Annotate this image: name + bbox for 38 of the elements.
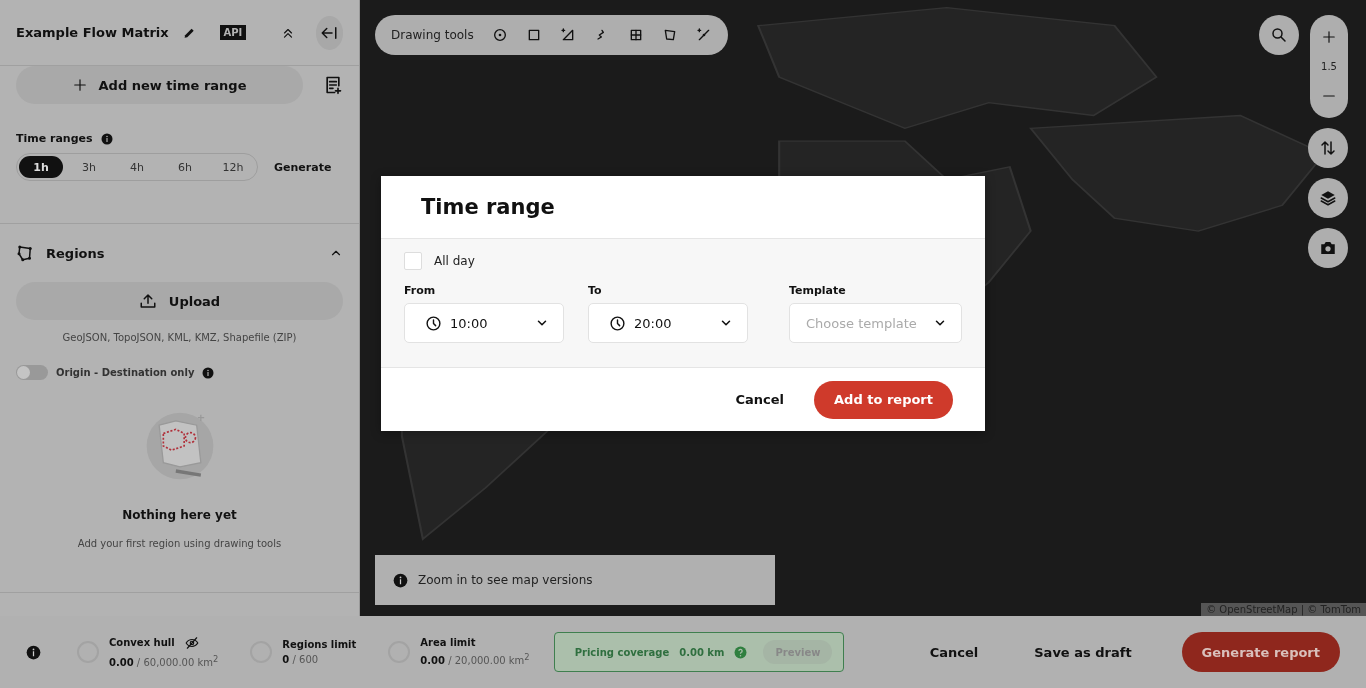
metric-title: Regions limit [282,639,357,650]
empty-state-text: Add your first region using drawing tools [77,538,282,549]
add-to-report-button[interactable]: Add to report [814,380,953,419]
toolbar-label: Drawing tools [391,28,474,42]
api-badge[interactable]: API [219,25,247,40]
generate-button[interactable]: Generate [268,159,338,175]
time-select[interactable]: 10:00 [404,303,564,343]
pricing-label: Pricing coverage [574,646,670,658]
upload-button[interactable]: Upload [16,282,343,320]
supported-formats-text: GeoJSON, TopoJSON, KML, KMZ, Shapefile (ZIP) [61,332,298,343]
time-range-option[interactable]: 4h [115,156,159,178]
time-range-option[interactable]: 6h [163,156,207,178]
pricing-value: 0.00 km [679,646,725,658]
section-title: Regions [46,245,105,261]
metric-title: Area limit [420,637,476,649]
empty-state-title: Nothing here yet [122,508,237,522]
metric-title: Convex hull [109,637,175,649]
time-range-option[interactable]: 12h [211,156,255,178]
field-label: From [404,284,437,297]
report-title: Example Flow Matrix [16,25,169,40]
field-label: To [588,284,603,297]
notice-text: Zoom in to see map versions [418,573,593,587]
section-label: Time ranges [16,132,93,145]
toggle-label: Origin - Destination only [56,367,195,378]
field-label: Template [789,284,847,297]
metric-value: 0.00 / 60,000.00 km$^{2}$ [109,653,219,669]
zoom-level: 1.5 [1321,60,1337,74]
checkbox-label: All day [434,254,475,268]
generate-report-button[interactable]: Generate report [1181,632,1340,672]
metric-value: 0 / 600 [282,654,320,665]
time-range-option[interactable]: 3h [67,156,111,178]
metric-value: 0.00 / 20,000.00 km$^{2}$ [420,652,530,667]
time-select[interactable]: 20:00 [588,303,748,343]
action-button[interactable]: Save as draft [1028,632,1138,672]
add-time-range-button[interactable]: Add new time range [16,66,303,104]
action-button[interactable]: Cancel [923,632,985,672]
time-range-option[interactable]: 1h [19,156,63,178]
cancel-button[interactable]: Cancel [729,391,791,408]
